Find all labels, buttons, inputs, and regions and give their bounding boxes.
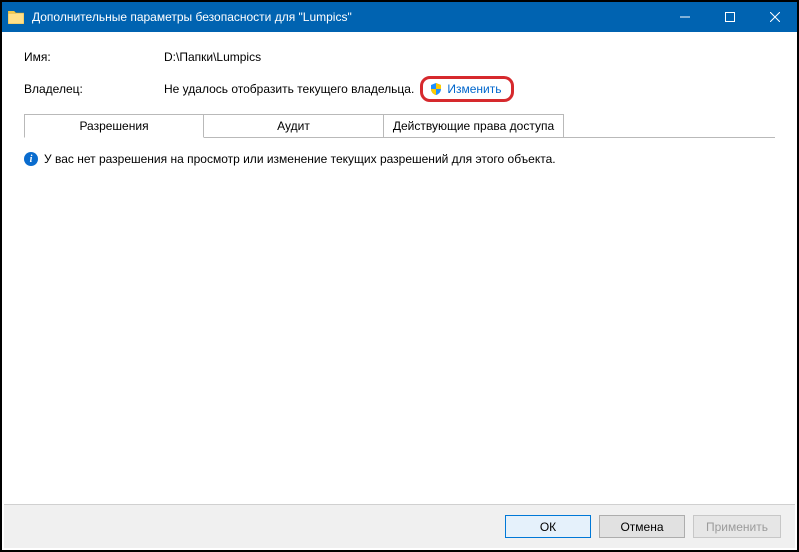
ok-button[interactable]: ОК: [505, 515, 591, 538]
owner-value: Не удалось отобразить текущего владельца…: [164, 76, 775, 102]
name-row: Имя: D:\Папки\Lumpics: [24, 50, 775, 64]
tab-audit[interactable]: Аудит: [204, 114, 384, 138]
close-button[interactable]: [752, 2, 797, 32]
folder-icon: [8, 10, 24, 24]
owner-value-text: Не удалось отобразить текущего владельца…: [164, 82, 414, 96]
change-owner-highlight: Изменить: [420, 76, 514, 102]
tab-permissions[interactable]: Разрешения: [24, 114, 204, 138]
titlebar: Дополнительные параметры безопасности дл…: [2, 2, 797, 32]
tabstrip: Разрешения Аудит Действующие права досту…: [24, 114, 775, 138]
owner-label: Владелец:: [24, 82, 164, 96]
change-owner-link[interactable]: Изменить: [447, 82, 501, 96]
owner-row: Владелец: Не удалось отобразить текущего…: [24, 76, 775, 102]
maximize-button[interactable]: [707, 2, 752, 32]
dialog-footer: ОК Отмена Применить: [4, 504, 795, 548]
info-icon: i: [24, 152, 38, 166]
tab-body: i У вас нет разрешения на просмотр или и…: [24, 138, 775, 468]
window-title: Дополнительные параметры безопасности дл…: [32, 10, 662, 24]
shield-icon: [429, 82, 443, 96]
no-permission-text: У вас нет разрешения на просмотр или изм…: [44, 152, 556, 166]
apply-button: Применить: [693, 515, 781, 538]
name-label: Имя:: [24, 50, 164, 64]
no-permission-message: i У вас нет разрешения на просмотр или и…: [24, 152, 775, 166]
window-controls: [662, 2, 797, 32]
content-area: Имя: D:\Папки\Lumpics Владелец: Не удало…: [2, 32, 797, 468]
cancel-button[interactable]: Отмена: [599, 515, 685, 538]
tab-effective-access[interactable]: Действующие права доступа: [384, 114, 564, 138]
name-value: D:\Папки\Lumpics: [164, 50, 775, 64]
minimize-button[interactable]: [662, 2, 707, 32]
